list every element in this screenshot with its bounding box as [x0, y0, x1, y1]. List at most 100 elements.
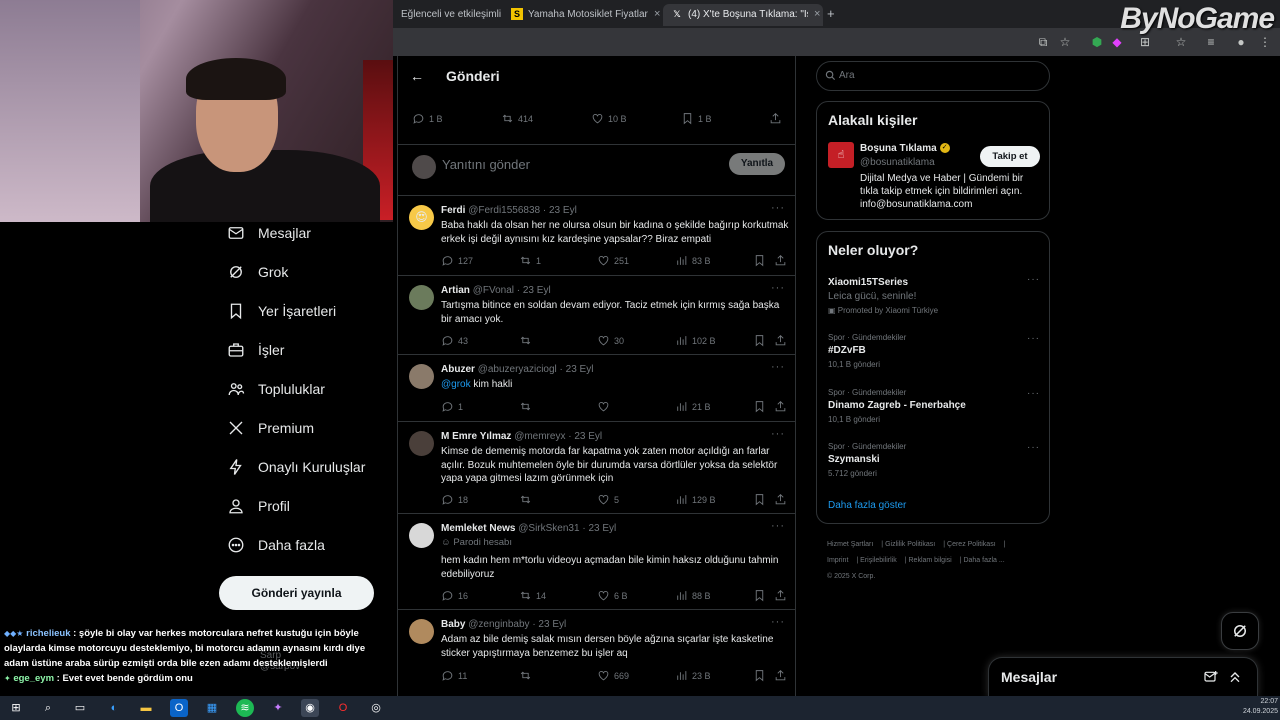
- chevron-up-icon[interactable]: [1227, 669, 1243, 685]
- trend-item[interactable]: Xiaomi15TSeries Leica gücü, seninle! ▣ P…: [828, 274, 1040, 315]
- author-name[interactable]: M Emre Yılmaz: [441, 431, 511, 442]
- nav-item-profile[interactable]: Profil: [226, 492, 290, 520]
- footer-link[interactable]: Daha fazla ...: [963, 557, 1004, 564]
- author-handle[interactable]: @Ferdi1556838: [468, 205, 540, 216]
- related-account-name[interactable]: Boşuna Tıklama ✓: [860, 143, 950, 154]
- share-action[interactable]: [774, 254, 791, 267]
- post-button[interactable]: Gönderi yayınla: [219, 576, 374, 610]
- author-handle[interactable]: @memreyx: [514, 431, 565, 442]
- author-name[interactable]: Abuzer: [441, 364, 475, 375]
- search-input[interactable]: Ara: [816, 61, 1050, 91]
- edge-icon[interactable]: ◐: [105, 699, 123, 717]
- like-action[interactable]: 5: [597, 493, 619, 506]
- reply-submit-button[interactable]: Yanıtla: [729, 153, 785, 175]
- close-tab-icon[interactable]: ×: [654, 8, 660, 20]
- bookmarks-icon[interactable]: ☆: [1173, 34, 1189, 50]
- repost-action[interactable]: [519, 400, 536, 413]
- like-action[interactable]: 30: [597, 334, 624, 347]
- puzzle-icon[interactable]: ⊞: [1137, 34, 1153, 50]
- related-handle[interactable]: @bosunatiklama: [860, 157, 935, 168]
- system-clock[interactable]: 22:07 24.09.2025: [1243, 697, 1278, 717]
- share-action[interactable]: [774, 669, 791, 682]
- bookmark-action[interactable]: [753, 589, 770, 602]
- nav-item-bookmarks[interactable]: Yer İşaretleri: [226, 297, 336, 325]
- share-action[interactable]: [769, 112, 786, 125]
- nav-item-jobs[interactable]: İşler: [226, 336, 284, 364]
- more-options-icon[interactable]: ···: [1027, 388, 1040, 399]
- share-action[interactable]: [774, 589, 791, 602]
- opera-icon[interactable]: O: [334, 699, 352, 717]
- nav-item-more[interactable]: Daha fazla: [226, 531, 325, 559]
- author-handle[interactable]: @zenginbaby: [468, 619, 529, 630]
- reply-input[interactable]: Yanıtını gönder: [442, 157, 530, 172]
- cast-icon[interactable]: ⧉: [1035, 34, 1051, 50]
- footer-link[interactable]: Hizmet Şartları: [827, 541, 873, 548]
- footer-link[interactable]: Erişilebilirlik: [860, 557, 897, 564]
- footer-link[interactable]: Çerez Politikası: [947, 541, 996, 548]
- close-tab-icon[interactable]: ×: [814, 8, 820, 20]
- search-icon[interactable]: ⌕: [39, 699, 57, 717]
- repost-action[interactable]: 14: [519, 589, 546, 602]
- share-action[interactable]: [774, 400, 791, 413]
- outlook-icon[interactable]: O: [170, 699, 188, 717]
- author-name[interactable]: Ferdi: [441, 205, 465, 216]
- reply-action[interactable]: 127: [441, 254, 473, 267]
- views-action[interactable]: 23 B: [675, 669, 711, 682]
- new-tab-button[interactable]: +: [823, 4, 843, 26]
- repost-action[interactable]: [519, 334, 536, 347]
- bookmark-action[interactable]: 1 B: [681, 112, 712, 125]
- like-action[interactable]: 6 B: [597, 589, 628, 602]
- app-icon[interactable]: ✦: [269, 699, 287, 717]
- reply-post[interactable]: Abuzer @abuzeryaziciogl · 23 Eyl ··· @gr…: [398, 355, 795, 422]
- trend-item[interactable]: Spor · Gündemdekiler Szymanski 5.712 gön…: [828, 442, 1040, 478]
- author-handle[interactable]: @SirkSken31: [518, 523, 579, 534]
- more-options-icon[interactable]: ···: [1027, 274, 1040, 285]
- menu-dots-icon[interactable]: ⋮: [1257, 34, 1273, 50]
- store-icon[interactable]: ▦: [203, 699, 221, 717]
- show-more-link[interactable]: Daha fazla göster: [828, 500, 906, 511]
- task-view-icon[interactable]: ▭: [71, 699, 89, 717]
- more-options-icon[interactable]: ···: [771, 616, 785, 628]
- views-action[interactable]: 129 B: [675, 493, 716, 506]
- more-options-icon[interactable]: ···: [771, 428, 785, 440]
- reply-post[interactable]: Artian @FVonal · 23 Eyl ··· Tartışma bit…: [398, 276, 795, 355]
- nav-item-grok[interactable]: Grok: [226, 258, 288, 286]
- author-handle[interactable]: @abuzeryaziciogl: [478, 364, 557, 375]
- reply-post[interactable]: Baby @zenginbaby · 23 Eyl ··· Adam az bi…: [398, 610, 795, 696]
- more-options-icon[interactable]: ···: [771, 202, 785, 214]
- views-action[interactable]: 88 B: [675, 589, 711, 602]
- repost-action[interactable]: 1: [519, 254, 541, 267]
- views-action[interactable]: 83 B: [675, 254, 711, 267]
- spotify-icon[interactable]: ≋: [236, 699, 254, 717]
- reply-post[interactable]: Memleket News @SirkSken31 · 23 Eyl ··· ☺…: [398, 514, 795, 610]
- follow-button[interactable]: Takip et: [980, 146, 1040, 167]
- browser-tab-2[interactable]: S Yamaha Motosiklet Fiyatları, İkin ×: [503, 4, 663, 26]
- nav-item-communities[interactable]: Topluluklar: [226, 375, 325, 403]
- reply-action[interactable]: 1 B: [412, 112, 443, 125]
- avatar-icon[interactable]: ●: [1233, 34, 1249, 50]
- views-action[interactable]: 21 B: [675, 400, 711, 413]
- reply-action[interactable]: 18: [441, 493, 468, 506]
- bookmark-action[interactable]: [753, 493, 770, 506]
- obs-icon[interactable]: ◎: [367, 699, 385, 717]
- browser-tab-3[interactable]: 𝕏 (4) X'te Boşuna Tıklama: "İstanbu ×: [663, 4, 823, 26]
- trend-item[interactable]: Spor · Gündemdekiler #DZvFB 10,1 B gönde…: [828, 333, 1040, 369]
- reply-action[interactable]: 43: [441, 334, 468, 347]
- hand-click-logo-icon[interactable]: ☝: [828, 142, 854, 168]
- reply-post[interactable]: 😍 Ferdi @Ferdi1556838 · 23 Eyl ··· Baba …: [398, 196, 795, 276]
- author-name[interactable]: Memleket News: [441, 523, 515, 534]
- repost-action[interactable]: [519, 493, 536, 506]
- trend-item[interactable]: Spor · Gündemdekiler Dinamo Zagreb - Fen…: [828, 388, 1040, 424]
- messages-drawer[interactable]: Mesajlar: [988, 657, 1258, 697]
- chrome-icon[interactable]: ◉: [301, 699, 319, 717]
- author-handle[interactable]: @FVonal: [473, 285, 514, 296]
- more-options-icon[interactable]: ···: [771, 282, 785, 294]
- like-action[interactable]: 251: [597, 254, 629, 267]
- share-action[interactable]: [774, 334, 791, 347]
- footer-link[interactable]: Imprint: [827, 557, 848, 564]
- more-options-icon[interactable]: ···: [1027, 442, 1040, 453]
- bookmark-action[interactable]: [753, 669, 770, 682]
- browser-tab-1[interactable]: Eğlenceli ve etkileşimli×: [393, 4, 503, 26]
- new-message-icon[interactable]: [1203, 669, 1219, 685]
- nav-item-verified-orgs[interactable]: Onaylı Kuruluşlar: [226, 453, 365, 481]
